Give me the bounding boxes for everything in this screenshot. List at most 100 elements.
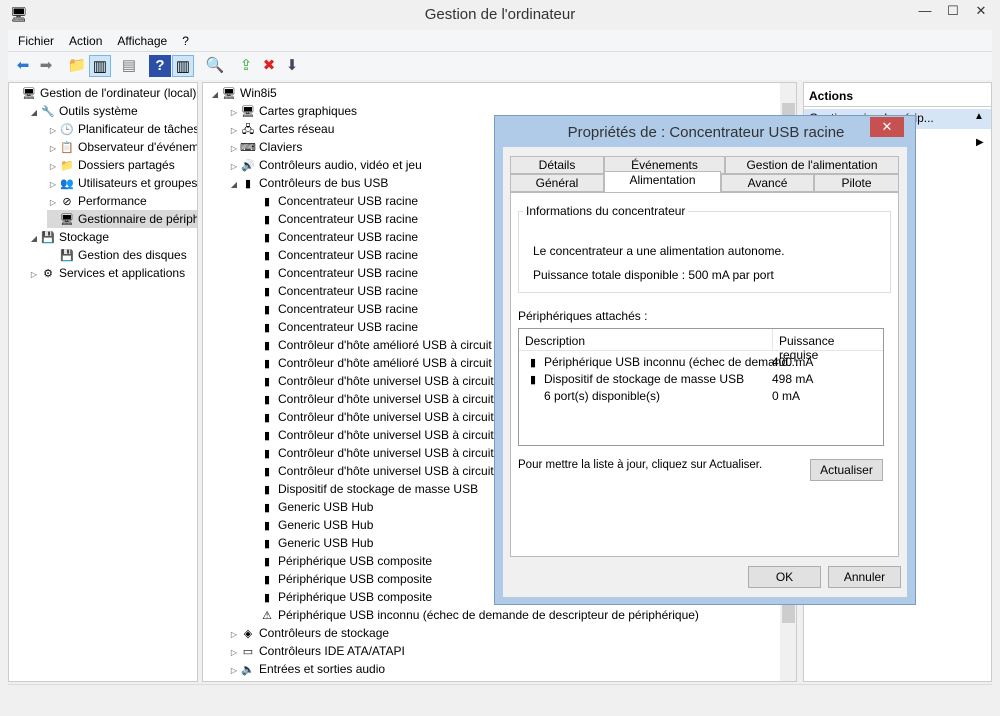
device-icon: ▮ — [263, 592, 271, 604]
device-item[interactable]: ▷ ▭ Contrôleurs IDE ATA/ATAPI — [228, 642, 405, 660]
scan-hardware-icon[interactable]: 🔍 — [204, 55, 226, 77]
show-actions-pane-icon[interactable]: ▥ — [172, 55, 194, 77]
forward-icon[interactable]: ➡ — [35, 55, 57, 77]
device-item[interactable]: ▮ Concentrateur USB racine — [247, 192, 418, 210]
item-label: Contrôleur d'hôte amélioré USB à circuit — [278, 356, 492, 370]
menu-affichage[interactable]: Affichage — [107, 30, 172, 48]
show-hide-tree-icon[interactable]: ▥ — [89, 55, 111, 77]
tree-item[interactable]: 🖥 Gestionnaire de périphé — [47, 210, 197, 228]
ok-button[interactable]: OK — [748, 566, 821, 588]
item-label: Services et applications — [59, 266, 186, 280]
tree-item[interactable]: ▷ ⚙ Services et applications — [28, 264, 185, 282]
device-item[interactable]: ▮ Périphérique USB composite — [247, 552, 432, 570]
menu-action[interactable]: Action — [59, 30, 107, 48]
back-icon[interactable]: ⬅ — [12, 55, 34, 77]
maximize-button[interactable]: ☐ — [938, 0, 968, 22]
device-item[interactable]: ◢ ▮ Contrôleurs de bus USB — [228, 174, 388, 192]
expand-toggle-icon[interactable]: ◢ — [209, 86, 221, 104]
more-actions-arrow-icon[interactable]: ▶ — [976, 137, 984, 148]
tree-item[interactable]: ▷ 🕒 Planificateur de tâches — [47, 120, 197, 138]
device-item[interactable]: ▮ Concentrateur USB racine — [247, 300, 418, 318]
attached-device-row[interactable]: ▮ Dispositif de stockage de masse USB 498 … — [525, 370, 875, 388]
device-power: 400 mA — [772, 355, 814, 369]
tree-item[interactable]: ◢ 💾 Stockage — [28, 228, 109, 246]
tab-general[interactable]: Général — [510, 174, 604, 192]
uninstall-icon[interactable]: ✖ — [258, 55, 280, 77]
minimize-button[interactable]: — — [910, 0, 940, 22]
device-item[interactable]: ▮ Contrôleur d'hôte amélioré USB à circui… — [247, 354, 492, 372]
device-item[interactable]: ▮ Concentrateur USB racine — [247, 246, 418, 264]
expand-toggle-icon[interactable]: ◢ — [28, 230, 40, 248]
device-item[interactable]: ▮ Concentrateur USB racine — [247, 210, 418, 228]
device-item[interactable]: ▮ Concentrateur USB racine — [247, 228, 418, 246]
device-item[interactable]: ▷ 🖥 Cartes graphiques — [228, 102, 357, 120]
refresh-button[interactable]: Actualiser — [810, 459, 883, 481]
device-item[interactable]: ⚠ Périphérique USB inconnu (échec de dema… — [247, 606, 699, 624]
tab-panel: Le concentrateur a une alimentation auto… — [510, 192, 899, 557]
device-item[interactable]: ▮ Concentrateur USB racine — [247, 264, 418, 282]
device-item[interactable]: ▮ Concentrateur USB racine — [247, 318, 418, 336]
device-item[interactable]: ▷ 🔈 Entrées et sorties audio — [228, 660, 385, 678]
column-power[interactable]: Puissance requise — [772, 329, 883, 362]
attached-device-row[interactable]: 6 port(s) disponible(s) 0 mA — [525, 387, 875, 405]
tab-driver[interactable]: Pilote — [814, 174, 899, 192]
properties-icon[interactable]: ▤ — [118, 55, 140, 77]
cancel-button[interactable]: Annuler — [828, 566, 901, 588]
disable-device-icon[interactable]: ⬇ — [281, 55, 303, 77]
device-item[interactable]: ▮ Contrôleur d'hôte universel USB à circu… — [247, 372, 494, 390]
device-icon: ▮ — [263, 538, 271, 550]
close-button[interactable]: ✕ — [966, 0, 996, 22]
device-icon: 👥 — [60, 178, 74, 190]
tree-item[interactable]: ▷ ⊘ Performance — [47, 192, 147, 210]
tree-item[interactable]: ▷ 👥 Utilisateurs et groupes l — [47, 174, 197, 192]
menu-help[interactable]: ? — [172, 30, 194, 48]
device-item[interactable]: ▮ Generic USB Hub — [247, 498, 373, 516]
device-item[interactable]: ▮ Generic USB Hub — [247, 534, 373, 552]
item-label: Cartes graphiques — [259, 104, 358, 118]
device-description: 6 port(s) disponible(s) — [544, 389, 661, 403]
tree-item[interactable]: 💾 Gestion des disques — [47, 246, 187, 264]
help-icon[interactable]: ? — [149, 55, 171, 77]
attached-device-row[interactable]: ▮ Périphérique USB inconnu (échec de dema… — [525, 353, 875, 371]
device-item[interactable]: ▮ Contrôleur d'hôte universel USB à circu… — [247, 390, 494, 408]
device-item[interactable]: ▮ Contrôleur d'hôte universel USB à circu… — [247, 408, 494, 426]
device-item[interactable]: ▮ Generic USB Hub — [247, 516, 373, 534]
tab-details[interactable]: Détails — [510, 156, 604, 174]
collapse-icon[interactable]: ▲ — [974, 111, 984, 122]
device-icon: ▮ — [263, 448, 271, 460]
device-item[interactable]: ▮ Contrôleur d'hôte universel USB à circu… — [247, 426, 494, 444]
item-label: Concentrateur USB racine — [278, 320, 419, 334]
device-item[interactable]: ▷ 🖧 Cartes réseau — [228, 120, 334, 138]
device-item[interactable]: ▷ ⌨ Claviers — [228, 138, 302, 156]
device-icon: ▮ — [263, 376, 271, 388]
device-item[interactable]: ▮ Contrôleur d'hôte universel USB à circu… — [247, 444, 494, 462]
expand-toggle-icon[interactable]: ◢ — [228, 176, 240, 194]
device-item[interactable]: ▮ Contrôleur d'hôte universel USB à circu… — [247, 462, 494, 480]
device-item[interactable]: ▮ Concentrateur USB racine — [247, 282, 418, 300]
attached-devices-list[interactable]: Description Puissance requise ▮ Périphéri… — [518, 328, 884, 446]
menu-fichier[interactable]: Fichier — [8, 30, 59, 48]
device-item[interactable]: ▮ Périphérique USB composite — [247, 570, 432, 588]
tab-power-management[interactable]: Gestion de l'alimentation — [725, 156, 899, 174]
expand-toggle-icon[interactable]: ▷ — [228, 662, 240, 680]
column-description[interactable]: Description — [525, 334, 585, 348]
device-item[interactable]: ▮ Périphérique USB composite — [247, 588, 432, 606]
tree-item[interactable]: ◢ 🔧 Outils système — [28, 102, 138, 120]
device-item[interactable]: ◢ 🖥 Win8i5 — [209, 84, 277, 102]
device-item[interactable]: ▷ 🔊 Contrôleurs audio, vidéo et jeu — [228, 156, 422, 174]
device-item[interactable]: ▷ ◈ Contrôleurs de stockage — [228, 624, 389, 642]
dialog-close-button[interactable]: ✕ — [870, 117, 904, 137]
tree-item[interactable]: ▷ 📁 Dossiers partagés — [47, 156, 175, 174]
update-driver-icon[interactable]: ⇪ — [235, 55, 257, 77]
up-folder-icon[interactable]: 📁 — [66, 55, 88, 77]
expand-toggle-icon[interactable]: ▷ — [28, 266, 40, 284]
device-item[interactable]: ▮ Dispositif de stockage de masse USB — [247, 480, 478, 498]
tab-power[interactable]: Alimentation — [604, 171, 721, 192]
tree-item[interactable]: 🖥 Gestion de l'ordinateur (local) — [9, 84, 196, 102]
device-description: Dispositif de stockage de masse USB — [544, 372, 745, 386]
device-item[interactable]: ▮ Contrôleur d'hôte amélioré USB à circui… — [247, 336, 492, 354]
expand-toggle-icon[interactable]: ◢ — [28, 104, 40, 122]
tab-advanced[interactable]: Avancé — [721, 174, 814, 192]
tree-item[interactable]: ▷ 📋 Observateur d'événeme — [47, 138, 197, 156]
device-icon: ▮ — [263, 412, 271, 424]
